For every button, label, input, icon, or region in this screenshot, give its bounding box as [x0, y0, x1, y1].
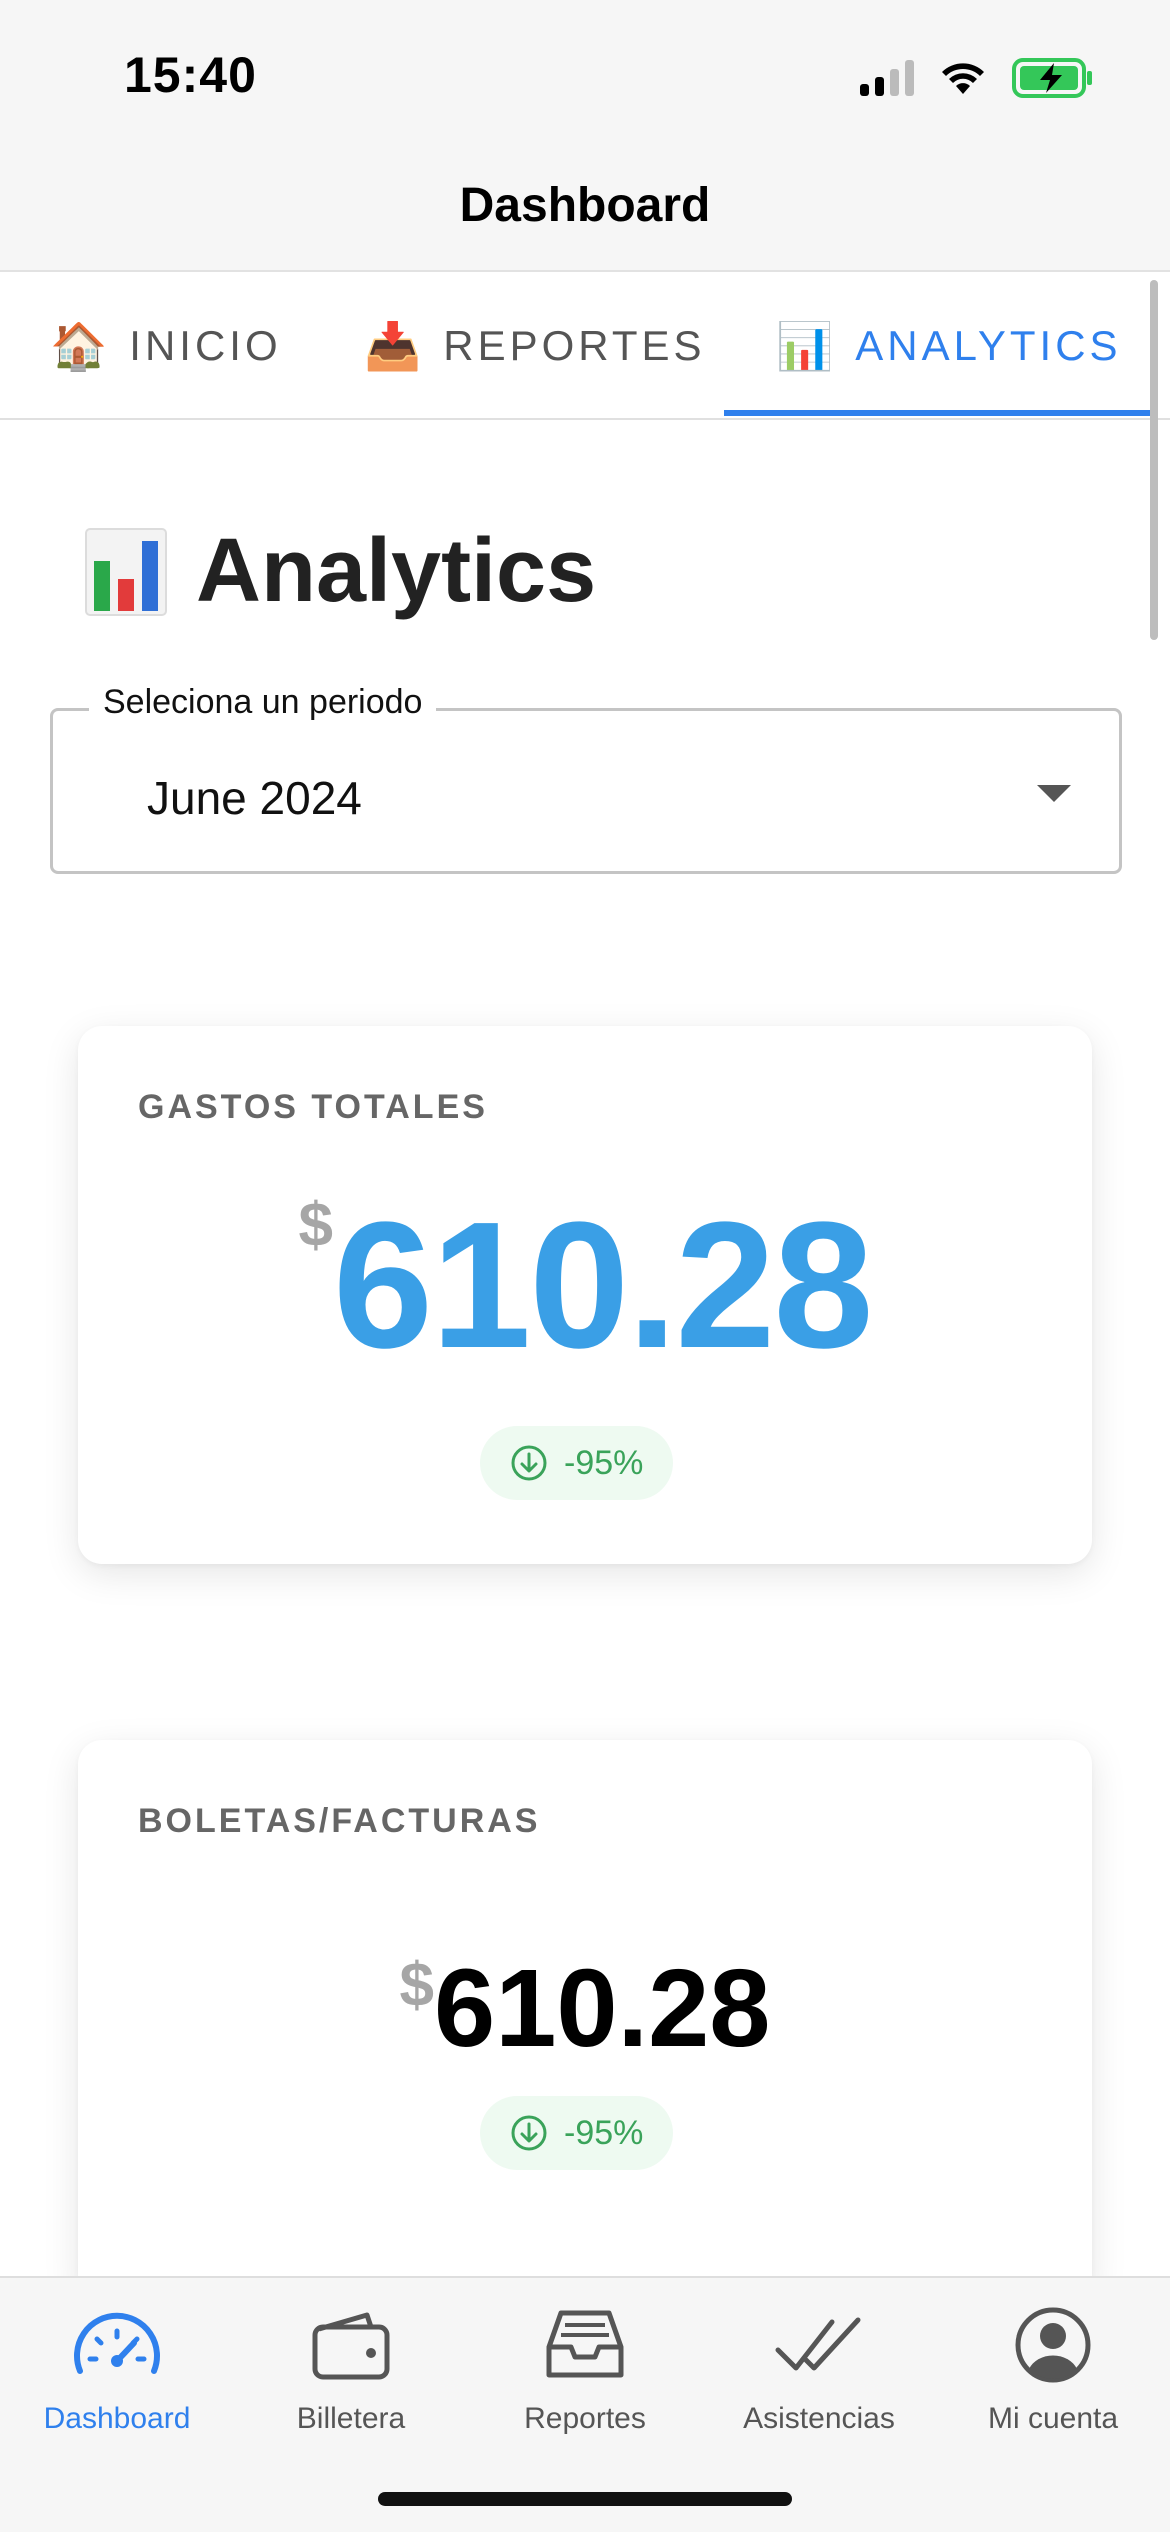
page-heading: Analytics: [196, 521, 597, 621]
house-icon: 🏠: [50, 319, 112, 372]
bottom-tab-mi-cuenta[interactable]: Mi cuenta: [936, 2298, 1170, 2436]
amount: $610.28: [78, 1191, 1092, 1376]
bottom-tab-reportes[interactable]: Reportes: [468, 2298, 702, 2436]
card-label: GASTOS TOTALES: [138, 1088, 488, 1126]
home-indicator[interactable]: [378, 2492, 792, 2506]
bar-chart-icon: 📊: [776, 319, 838, 372]
user-circle-icon: [1015, 2307, 1091, 2383]
period-select-value: June 2024: [147, 772, 362, 824]
dropdown-arrow-icon[interactable]: [1037, 785, 1071, 802]
status-time: 15:40: [124, 47, 257, 103]
bottom-tab-billetera[interactable]: Billetera: [234, 2298, 468, 2436]
tab-label: ANALYTICS: [855, 322, 1122, 369]
tab-analytics[interactable]: 📊 ANALYTICS: [776, 272, 1122, 420]
tab-label: INICIO: [129, 322, 282, 369]
bottom-tab-label: Asistencias: [743, 2402, 895, 2435]
arrow-down-circle-icon: [511, 2115, 547, 2151]
currency-symbol: $: [298, 1191, 333, 1260]
double-check-icon: [775, 2317, 861, 2371]
period-select-label: Seleciona un periodo: [89, 683, 437, 722]
cellular-signal-icon: [860, 60, 914, 96]
header: 15:40 Dashboard: [0, 0, 1170, 272]
change-value: -95%: [564, 1443, 644, 1482]
amount-value: 610.28: [332, 1185, 874, 1386]
invoices-card: BOLETAS/FACTURAS $610.28 -95%: [78, 1740, 1092, 2300]
bottom-tab-label: Mi cuenta: [987, 2402, 1119, 2435]
tab-reportes[interactable]: 📥 REPORTES: [364, 272, 706, 420]
bottom-tab-asistencias[interactable]: Asistencias: [702, 2298, 936, 2436]
tab-label: REPORTES: [443, 322, 706, 369]
inbox-tray-icon: 📥: [364, 319, 426, 372]
amount-value: 610.28: [434, 1947, 771, 2070]
battery-charging-icon: [1012, 58, 1092, 98]
page-title: Analytics: [84, 520, 596, 623]
app-screen: 15:40 Dashboard 🏠 INICIO 📥 REPORTES 📊 AN…: [0, 0, 1170, 2532]
currency-symbol: $: [399, 1951, 435, 2020]
status-icons: [860, 54, 1094, 102]
change-badge: -95%: [480, 2096, 674, 2170]
bottom-tab-label: Dashboard: [43, 2402, 191, 2435]
scrollbar[interactable]: [1150, 280, 1158, 640]
wallet-icon: [312, 2312, 390, 2380]
top-tabs: 🏠 INICIO 📥 REPORTES 📊 ANALYTICS: [0, 272, 1170, 420]
change-value: -95%: [564, 2113, 644, 2152]
bottom-tab-dashboard[interactable]: Dashboard: [0, 2298, 234, 2436]
arrow-down-circle-icon: [511, 1445, 547, 1481]
wifi-icon: [942, 63, 984, 94]
speedometer-icon: [74, 2312, 160, 2374]
inbox-tray-icon: [546, 2310, 624, 2378]
bar-chart-icon: [85, 527, 167, 616]
card-label: BOLETAS/FACTURAS: [138, 1802, 541, 1840]
active-tab-indicator: [724, 410, 1150, 416]
tab-inicio[interactable]: 🏠 INICIO: [50, 272, 282, 420]
bottom-tab-label: Billetera: [296, 2402, 406, 2435]
bottom-tab-label: Reportes: [524, 2402, 646, 2435]
change-badge: -95%: [480, 1426, 674, 1500]
total-expenses-card: GASTOS TOTALES $610.28 -95%: [78, 1026, 1092, 1564]
period-select[interactable]: Seleciona un periodo June 2024: [50, 683, 1122, 874]
nav-title: Dashboard: [459, 179, 711, 232]
amount: $610.28: [78, 1951, 1092, 2064]
